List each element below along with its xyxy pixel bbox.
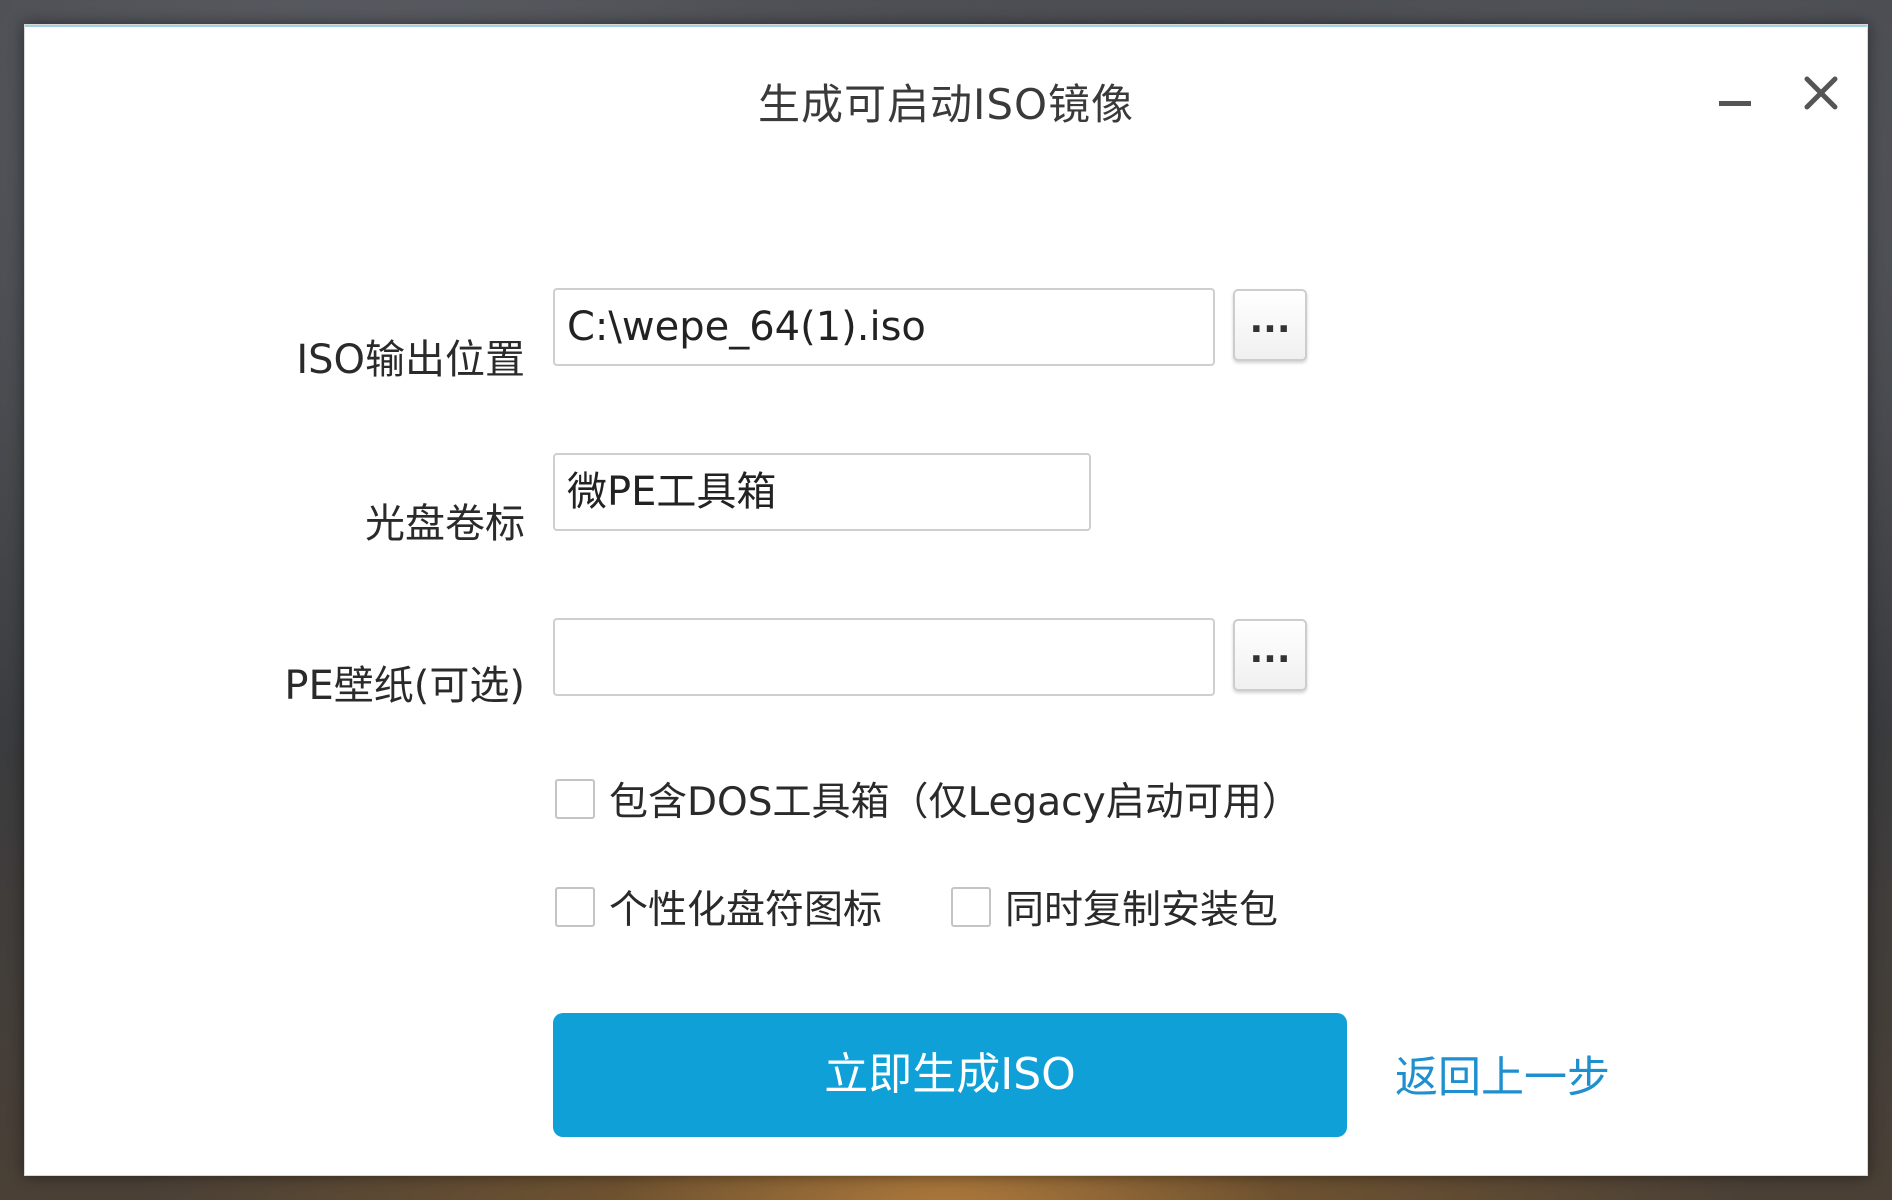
volume-label-label: 光盘卷标 — [365, 501, 525, 547]
copy-installer-checkbox[interactable] — [951, 887, 991, 927]
close-icon — [1804, 76, 1838, 110]
volume-label-field[interactable]: 微PE工具箱 — [553, 453, 1091, 531]
close-button[interactable] — [1793, 65, 1849, 121]
copy-installer-label: 同时复制安装包 — [1005, 888, 1279, 933]
iso-dialog-window: 生成可启动ISO镜像 ISO输出位置 C:\wepe_64(1).iso ...… — [24, 24, 1868, 1176]
wallpaper-browse-button[interactable]: ... — [1233, 619, 1307, 691]
include-dos-label: 包含DOS工具箱（仅Legacy启动可用） — [609, 780, 1301, 825]
window-title: 生成可启动ISO镜像 — [757, 80, 1135, 129]
include-dos-option[interactable]: 包含DOS工具箱（仅Legacy启动可用） — [555, 775, 1301, 825]
back-link[interactable]: 返回上一步 — [1395, 1043, 1610, 1105]
iso-output-field[interactable]: C:\wepe_64(1).iso — [553, 288, 1215, 366]
wallpaper-field[interactable] — [553, 618, 1215, 696]
custom-drive-icons-checkbox[interactable] — [555, 887, 595, 927]
copy-installer-option[interactable]: 同时复制安装包 — [951, 883, 1278, 933]
wallpaper-label: PE壁纸(可选) — [284, 663, 525, 709]
custom-drive-icons-label: 个性化盘符图标 — [609, 888, 883, 933]
generate-iso-button[interactable]: 立即生成ISO — [553, 1013, 1347, 1137]
minimize-button[interactable] — [1705, 65, 1761, 121]
iso-output-browse-button[interactable]: ... — [1233, 289, 1307, 361]
iso-output-label: ISO输出位置 — [296, 337, 525, 383]
include-dos-checkbox[interactable] — [555, 779, 595, 819]
custom-drive-icons-option[interactable]: 个性化盘符图标 — [555, 883, 882, 933]
minimize-icon — [1719, 101, 1751, 106]
